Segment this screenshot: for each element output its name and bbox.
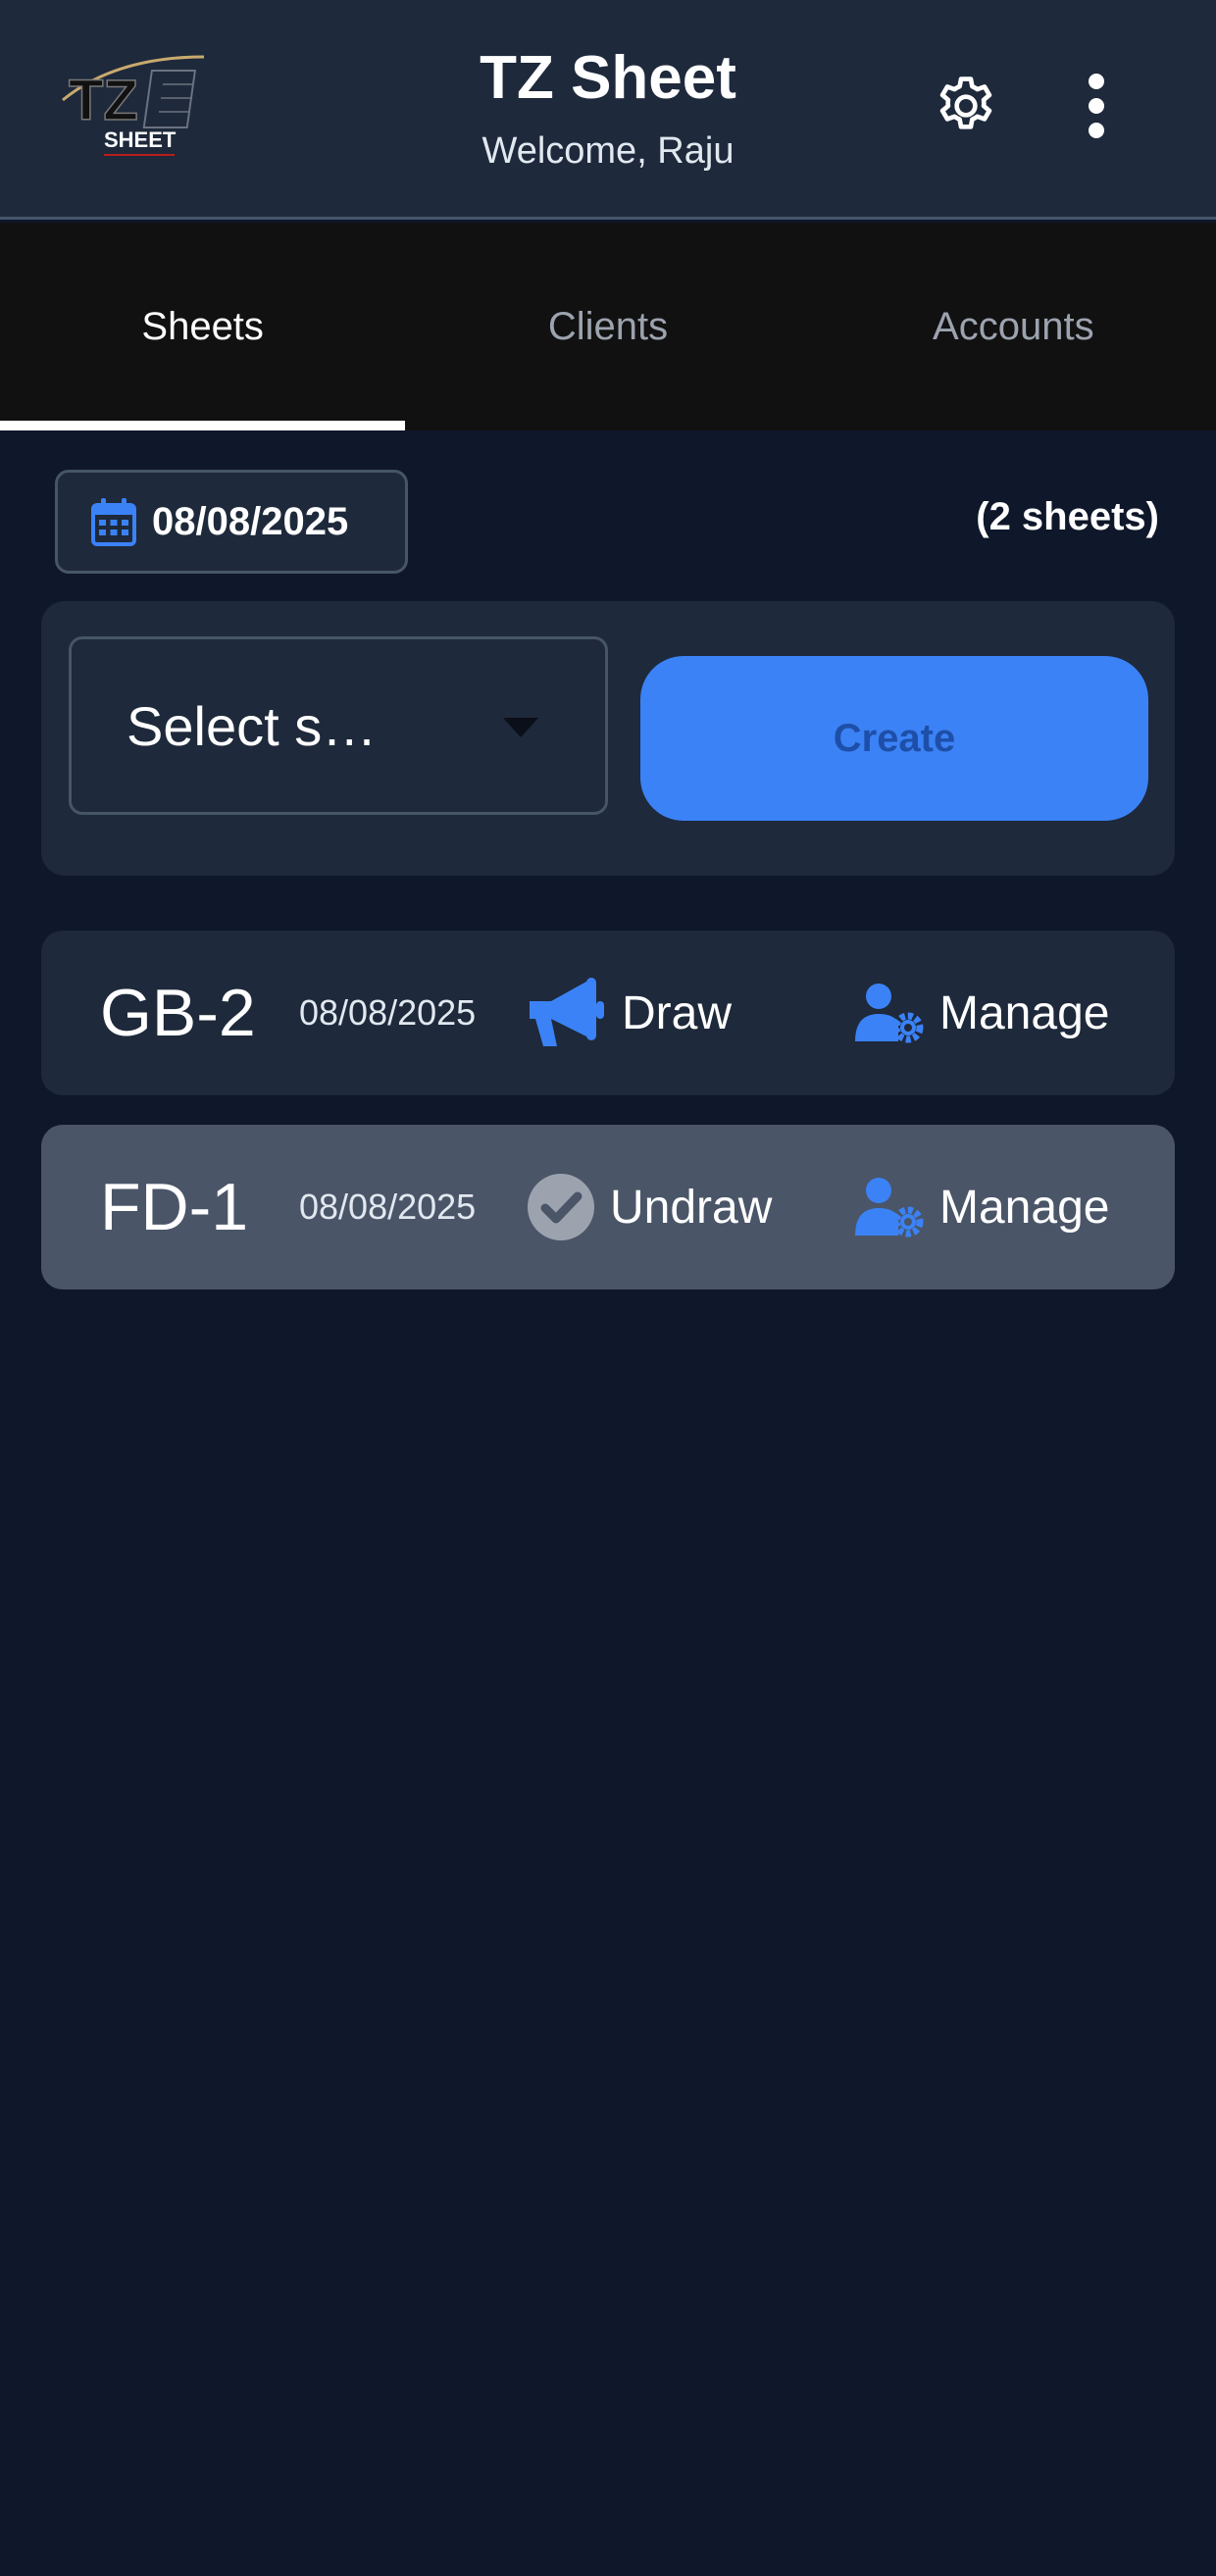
more-vertical-icon: [1087, 72, 1106, 140]
more-options-button[interactable]: [1059, 67, 1134, 145]
undraw-label: Undraw: [610, 1181, 773, 1234]
manage-button[interactable]: Manage: [853, 1125, 1109, 1289]
check-circle-icon: [526, 1172, 596, 1242]
selected-date: 08/08/2025: [152, 499, 349, 543]
app-header: TZ SHEET TZ Sheet Welcome, Raju: [0, 0, 1216, 220]
create-button[interactable]: Create: [640, 656, 1148, 821]
sheet-row: FD-1 08/08/2025 Undraw Manage: [41, 1125, 1175, 1289]
manage-button[interactable]: Manage: [853, 931, 1109, 1095]
sheet-date: 08/08/2025: [299, 992, 477, 1033]
dropdown-arrow-icon: [503, 718, 538, 737]
sheet-row: GB-2 08/08/2025 Draw Manage: [41, 931, 1175, 1095]
draw-label: Draw: [622, 986, 733, 1039]
select-value: Select s…: [127, 694, 378, 757]
draw-button[interactable]: Draw: [526, 931, 732, 1095]
sheet-name: GB-2: [100, 976, 256, 1050]
tab-accounts[interactable]: Accounts: [811, 223, 1216, 430]
sheet-date: 08/08/2025: [299, 1187, 477, 1227]
calendar-icon: [91, 497, 136, 546]
undraw-button[interactable]: Undraw: [526, 1125, 772, 1289]
manage-label: Manage: [939, 1181, 1110, 1234]
tab-sheets[interactable]: Sheets: [0, 223, 406, 430]
megaphone-icon: [526, 976, 608, 1050]
welcome-text: Welcome, Raju: [481, 130, 735, 172]
app-title: TZ Sheet: [480, 44, 736, 112]
manage-label: Manage: [939, 986, 1110, 1039]
gear-icon: [932, 72, 1000, 140]
sheet-count: (2 sheets): [976, 495, 1159, 538]
sheet-type-select[interactable]: Select s…: [69, 636, 608, 815]
date-picker-button[interactable]: 08/08/2025: [55, 470, 408, 574]
sheet-name: FD-1: [100, 1170, 249, 1244]
settings-button[interactable]: [922, 67, 1010, 145]
user-gear-icon: [853, 983, 926, 1043]
tab-clients[interactable]: Clients: [405, 223, 810, 430]
create-sheet-card: Select s… Create: [41, 601, 1175, 876]
tab-bar: Sheets Clients Accounts: [0, 223, 1216, 430]
user-gear-icon: [853, 1177, 926, 1237]
